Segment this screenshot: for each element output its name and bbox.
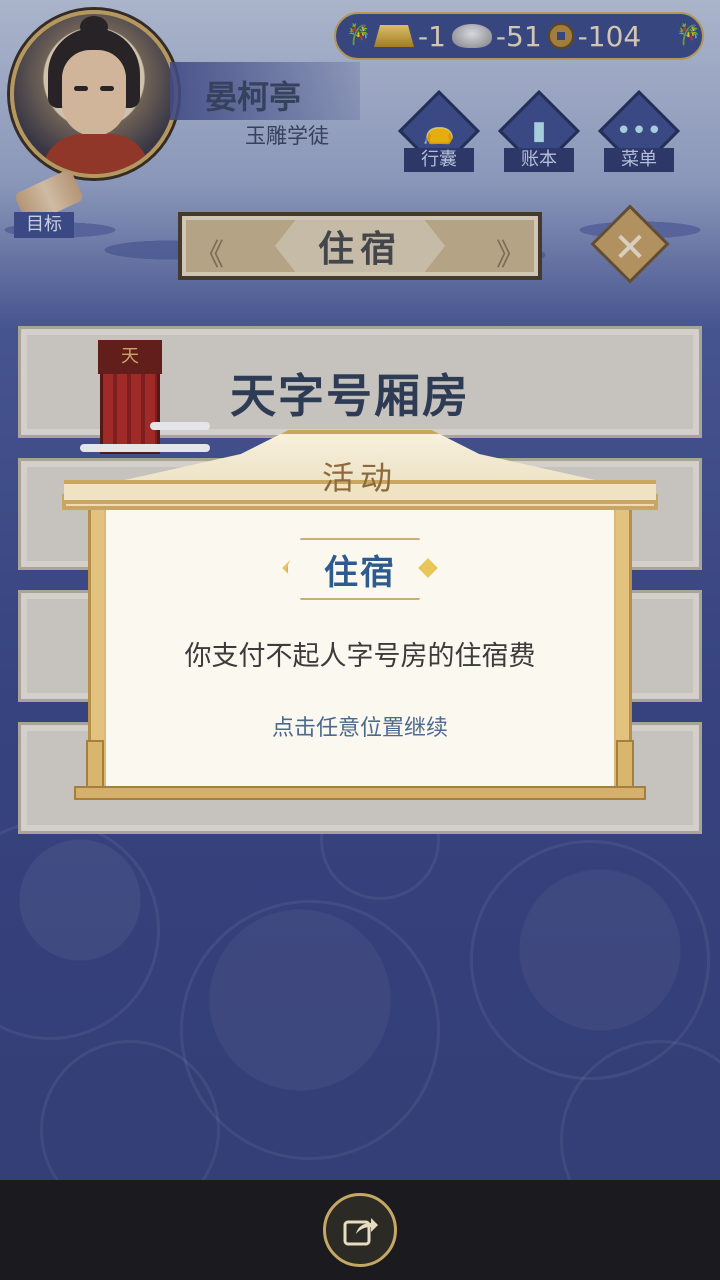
continue-hint[interactable]: 点击任意位置继续 [104,710,616,742]
dialog-base [74,786,646,800]
dialog-message: 你支付不起人字号房的住宿费 [184,641,536,672]
share-button[interactable] [323,1193,397,1267]
dialog-post-left [86,740,104,790]
dialog-post-right [616,740,634,790]
dialog-tag: 住宿 [286,538,434,600]
dialog-header: 活动 [321,459,398,497]
share-icon [343,1218,378,1246]
